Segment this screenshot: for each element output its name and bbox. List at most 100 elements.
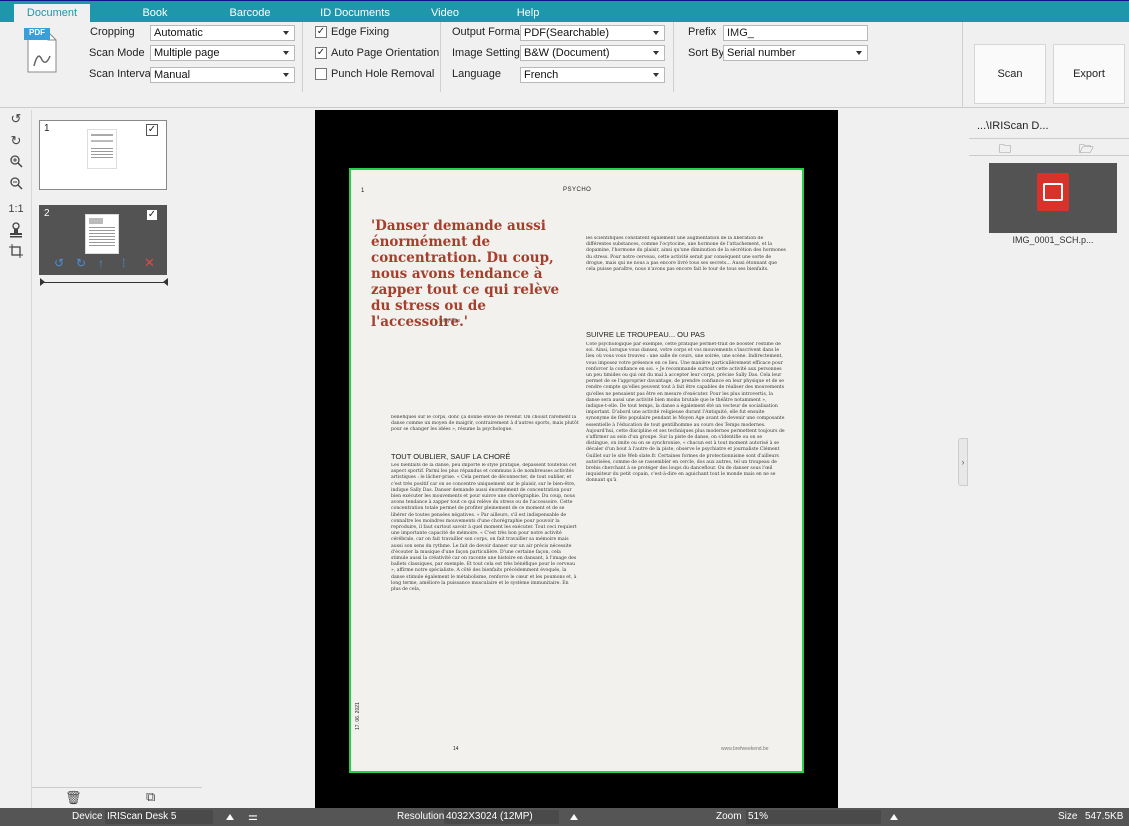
pull-quote: 'Danser demande aussi énormément de conc… [371,218,560,330]
resolution-dropdown-icon[interactable] [570,814,578,820]
export-button[interactable]: Export [1053,44,1125,104]
thumbnail-preview [87,129,117,169]
tab-barcode[interactable]: Barcode [220,4,280,23]
chevron-down-icon [653,51,659,55]
stamp-icon[interactable] [6,222,26,240]
right-column-intro: les scientifiques constatent également u… [586,236,786,273]
thumbnail-page-2[interactable]: 2 ✓ ↺ ↻ ↑ ⁞ ✕ [39,205,167,275]
prefix-input[interactable]: IMG_ [723,25,868,41]
device-value[interactable]: IRIScan Desk 5 [105,810,213,824]
cropping-label: Cropping [90,26,135,38]
thumbnail-checkbox[interactable]: ✓ [146,209,158,221]
output-format-label: Output Format [452,26,523,38]
language-select[interactable]: French [520,67,665,83]
zoom-out-icon[interactable] [6,176,26,194]
chevron-down-icon [856,51,862,55]
left-tool-bar: ↺ ↻ 1:1 [0,110,32,808]
language-value: French [524,69,559,81]
device-dropdown-icon[interactable] [226,814,234,820]
folder-browse-icon[interactable]: 🗀 [999,140,1011,161]
sort-by-select[interactable]: Serial number [723,45,868,61]
thumbnail-action-bar: ↺ ↻ ↑ ⁞ ✕ [40,254,166,274]
resolution-value[interactable]: 4032X3024 (12MP) [444,810,559,824]
scan-mode-value: Multiple page [154,47,220,59]
zoom-dropdown-icon[interactable] [890,814,898,820]
rotate-left-icon[interactable]: ↺ [54,256,64,270]
footer-site: www.brefweekend.be [721,746,769,752]
subheading-right: SUIVRE LE TROUPEAU... OU PAS [586,330,705,339]
thumbnail-page-1[interactable]: 1 ✓ [39,120,167,190]
tab-help[interactable]: Help [503,4,553,23]
image-settings-label: Image Settings [452,47,526,59]
rotate-right-icon[interactable]: ↻ [76,256,86,270]
sort-by-value: Serial number [727,47,796,59]
right-column-body: Côté psychologique par exemple, cette pr… [586,342,785,484]
delete-icon[interactable]: ✕ [144,255,155,271]
pdf-format-icon[interactable]: PDF [22,26,60,74]
zoom-value[interactable]: 51% [746,810,881,824]
chevron-down-icon [283,73,289,77]
crop-icon[interactable] [6,244,26,262]
separator [302,22,303,92]
edge-fixing-checkbox[interactable]: ✓ [315,26,327,38]
device-label: Device [72,811,103,822]
image-settings-select[interactable]: B&W (Document) [520,45,665,61]
scanned-page[interactable]: 1 PSYCHO 'Danser demande aussi énormémen… [349,168,804,773]
quote-author: Sally Das [439,318,461,324]
info-icon[interactable]: ⁞ [122,256,125,270]
tab-video[interactable]: Video [420,4,470,23]
thumbnail-checkbox[interactable]: ✓ [146,124,158,136]
thumbnail-panel: 1 ✓ 2 ✓ ↺ ↻ ↑ ⁞ ✕ 🗑 ⧉ [32,110,202,808]
chevron-down-icon [653,73,659,77]
copy-pages-icon[interactable]: ⧉ [146,789,155,805]
tab-book[interactable]: Book [125,4,185,23]
page-header: PSYCHO [563,187,592,193]
punch-hole-checkbox[interactable] [315,68,327,80]
subheading-left: TOUT OUBLIER, SAUF LA CHORÉ [391,452,511,461]
auto-orientation-label: Auto Page Orientation [331,47,440,59]
output-format-value: PDF(Searchable) [524,27,609,39]
thumbnail-scrollbar[interactable] [195,110,201,770]
status-bar: Device IRIScan Desk 5 ⚌ Resolution 4032X… [0,808,1129,826]
thumbnail-footer: 🗑 ⧉ [32,787,202,808]
rotate-left-icon[interactable]: ↺ [6,110,26,128]
chevron-down-icon [653,31,659,35]
actual-size-icon[interactable]: 1:1 [6,200,26,218]
settings-icon[interactable]: ⚌ [248,808,258,826]
rotate-right-icon[interactable]: ↻ [6,132,26,150]
page-number: 1 [361,188,365,194]
separator [673,22,674,92]
thumbnail-number: 1 [44,123,50,134]
move-up-icon[interactable]: ↑ [98,256,104,270]
insert-marker-right [163,278,168,286]
auto-orientation-checkbox[interactable]: ✓ [315,47,327,59]
punch-hole-label: Punch Hole Removal [331,68,435,80]
separator [440,22,441,92]
cropping-value: Automatic [154,27,203,39]
folder-open-icon[interactable]: 🗁 [1079,140,1094,161]
scan-button[interactable]: Scan [974,44,1046,104]
scan-interval-label: Scan Interval [89,68,154,80]
menu-tab-bar: Document Book Barcode ID Documents Video… [0,0,1129,23]
scan-interval-value: Manual [154,69,191,81]
cropping-select[interactable]: Automatic [150,25,295,41]
separator [962,22,963,108]
output-file-tile[interactable] [989,163,1117,233]
trash-icon[interactable]: 🗑 [65,790,82,806]
tab-document[interactable]: Document [14,4,90,23]
tab-id-documents[interactable]: ID Documents [310,4,400,23]
panel-collapse-handle[interactable]: › [958,438,968,486]
left-column-body: Les bienfaits de la danse, peu importe l… [391,463,577,593]
scan-mode-select[interactable]: Multiple page [150,45,295,61]
zoom-in-icon[interactable] [6,154,26,172]
language-label: Language [452,68,501,80]
output-panel: ...\IRIScan D... 🗀 🗁 IMG_0001_SCH.p... [969,110,1129,808]
scan-mode-label: Scan Mode [89,47,145,59]
size-value: 547.5KB [1085,811,1124,822]
scan-interval-select[interactable]: Manual [150,67,295,83]
output-path: ...\IRIScan D... [977,120,1049,132]
image-settings-value: B&W (Document) [524,47,610,59]
footer-page: 14 [453,746,459,752]
output-format-select[interactable]: PDF(Searchable) [520,25,665,41]
side-date: 17. 06. 2021 [355,702,361,730]
